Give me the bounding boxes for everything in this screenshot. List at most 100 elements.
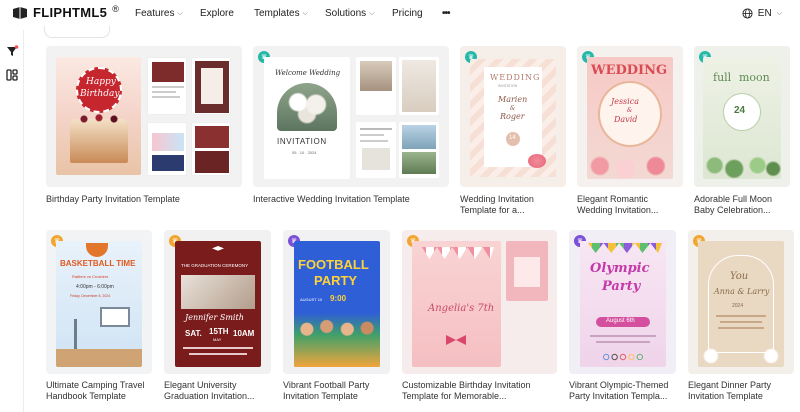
template-thumbnail[interactable]: ♛ WEDDING Jessica & David — [577, 46, 683, 187]
template-title-line: Party Invitation Templa... — [569, 391, 668, 401]
invitation-page: BASKETBALL TIME Rattlers vs Crushers 4:0… — [56, 241, 142, 367]
oval-frame — [598, 81, 662, 147]
nav-explore-label: Explore — [200, 8, 234, 19]
flower-photo — [277, 83, 337, 131]
template-card[interactable]: ♛ Olympic Party August 6th Vibrant Olymp… — [569, 230, 676, 406]
cake-photo: Happy Birthday — [56, 57, 141, 175]
template-title[interactable]: Adorable Full Moon Baby Celebration... — [694, 194, 772, 216]
template-title[interactable]: Customizable Birthday Invitation Template… — [402, 380, 531, 402]
thumb-text: 05 . 10 . 2024 — [292, 150, 317, 155]
nav-explore[interactable]: Explore — [200, 8, 234, 19]
template-title-line: Graduation Invitation... — [164, 391, 255, 401]
template-title-line: Elegant Dinner Party — [688, 380, 772, 390]
template-card[interactable]: ♛ full moon 24 Adorable Full MoonBaby Ce… — [694, 46, 790, 216]
thumb-text: 24 — [734, 105, 746, 116]
template-title[interactable]: Wedding Invitation Template for a... — [460, 194, 534, 216]
thumb-text: 2024 — [732, 303, 744, 309]
crowd-photo — [294, 313, 380, 367]
thumb-text: 9:00 — [330, 294, 347, 303]
photo-block — [360, 61, 392, 91]
nav-more[interactable]: ••• — [442, 8, 450, 19]
template-thumbnail[interactable]: Happy Birthday — [46, 46, 242, 187]
thumb-text: AUGUST 10 — [300, 297, 323, 302]
top-navigation-bar: FLIPHTML5 ® Features ⌵ Explore Templates ⌵ … — [0, 0, 800, 30]
template-title[interactable]: Vibrant Olympic-Themed Party Invitation T… — [569, 380, 668, 402]
nav-pricing[interactable]: Pricing — [392, 8, 423, 19]
nav-templates[interactable]: Templates ⌵ — [254, 8, 308, 19]
template-title-line: Handbook Template — [46, 391, 126, 401]
template-card[interactable]: ♛ FOOTBALL PARTY AUGUST 10 9:00 Vibrant … — [283, 230, 390, 406]
template-title-line: Customizable Birthday Invitation — [402, 380, 531, 390]
template-card[interactable]: ♛ You Anna & Larry 2024 Elegant Dinner P… — [688, 230, 794, 406]
template-title[interactable]: Vibrant Football Party Invitation Templat… — [283, 380, 369, 402]
nav-features[interactable]: Features ⌵ — [135, 8, 183, 19]
thumb-text: INVITATION — [277, 137, 327, 146]
template-thumbnail[interactable]: ♛ FOOTBALL PARTY AUGUST 10 9:00 — [283, 230, 390, 374]
language-selector[interactable]: EN ⌵ — [742, 8, 782, 19]
template-thumbnail[interactable]: ♛ full moon 24 — [694, 46, 790, 187]
template-thumbnail[interactable]: ♛ Olympic Party August 6th — [569, 230, 676, 374]
template-thumbnail[interactable]: ♛ Welcome Wedding INVITATION 05 . 10 . 2… — [253, 46, 449, 187]
template-card[interactable]: ♛ Angelia's 7th Customizable Birthday In… — [402, 230, 557, 406]
text-line — [590, 335, 656, 337]
template-title[interactable]: Elegant Romantic Wedding Invitation... — [577, 194, 658, 216]
photo-block — [195, 126, 229, 148]
template-card[interactable]: Happy Birthday Birthday Party Invitation… — [46, 46, 242, 216]
chevron-down-icon: ⌵ — [776, 9, 782, 17]
invitation-page: THE GRADUATION CEREMONY Jennifer Smith S… — [175, 241, 261, 367]
template-thumbnail[interactable]: ♛ You Anna & Larry 2024 — [688, 230, 794, 374]
brand-logo[interactable]: FLIPHTML5 ® — [12, 4, 119, 20]
text-line — [716, 315, 766, 317]
template-title[interactable]: Ultimate Camping Travel Handbook Template — [46, 380, 145, 402]
more-icon: ••• — [442, 8, 450, 19]
page-preview — [191, 57, 231, 115]
template-card[interactable]: ♛ Welcome Wedding INVITATION 05 . 10 . 2… — [253, 46, 449, 216]
thumb-text: Welcome Wedding — [275, 69, 341, 77]
layout-icon[interactable] — [5, 68, 19, 82]
template-thumbnail[interactable]: ♛ THE GRADUATION CEREMONY Jennifer Smith… — [164, 230, 271, 374]
text-block — [201, 68, 223, 104]
template-card[interactable]: ♛ WEDDING Jessica & David Elegant Romant… — [577, 46, 683, 216]
page-preview — [399, 122, 439, 178]
search-bar-edge[interactable] — [44, 26, 110, 38]
thumb-text: Angelia's 7th — [428, 303, 495, 314]
text-line — [360, 128, 392, 130]
thumb-text: Olympic — [590, 261, 650, 276]
template-title[interactable]: Elegant University Graduation Invitation.… — [164, 380, 255, 402]
thumb-text: & — [627, 107, 633, 114]
chevron-down-icon: ⌵ — [302, 9, 308, 17]
template-card[interactable]: ♛ WEDDING INVITATION Marien & Roger 14 W… — [460, 46, 566, 216]
page-preview: Welcome Wedding INVITATION 05 . 10 . 202… — [264, 57, 350, 179]
leaves-bottom — [703, 145, 781, 179]
template-thumbnail[interactable]: ♛ WEDDING INVITATION Marien & Roger 14 — [460, 46, 566, 187]
text-line — [720, 321, 762, 323]
template-title-line: Vibrant Football Party — [283, 380, 370, 390]
template-thumbnail[interactable]: ♛ BASKETBALL TIME Rattlers vs Crushers 4… — [46, 230, 152, 374]
thumb-text: THE GRADUATION CEREMONY — [181, 263, 249, 268]
thumb-text: 10AM — [233, 329, 255, 338]
chevron-down-icon: ⌵ — [369, 9, 375, 17]
template-card[interactable]: ♛ THE GRADUATION CEREMONY Jennifer Smith… — [164, 230, 271, 406]
left-toolbar — [0, 30, 24, 412]
thumb-text: David — [614, 115, 638, 124]
thumb-text: 4:00pm - 6:00pm — [76, 284, 114, 290]
nav-solutions[interactable]: Solutions ⌵ — [325, 8, 374, 19]
globe-icon — [742, 8, 753, 19]
template-title-line: Invitation Template — [688, 391, 763, 401]
text-line — [152, 91, 176, 93]
template-thumbnail[interactable]: ♛ Angelia's 7th — [402, 230, 557, 374]
template-title-line: Template for a... — [460, 205, 525, 215]
template-title[interactable]: Birthday Party Invitation Template — [46, 194, 180, 205]
template-card[interactable]: ♛ BASKETBALL TIME Rattlers vs Crushers 4… — [46, 230, 152, 406]
text-line — [360, 134, 384, 136]
photo-block — [195, 151, 229, 173]
thumb-text: MAY — [213, 337, 222, 342]
thumb-text: Rattlers vs Crushers — [72, 274, 109, 279]
filter-icon[interactable] — [5, 44, 19, 58]
page-preview — [147, 122, 187, 176]
template-title[interactable]: Elegant Dinner Party Invitation Template — [688, 380, 771, 402]
thumb-text: & — [510, 105, 516, 112]
olympic-rings — [602, 353, 644, 361]
photo-block — [402, 60, 436, 112]
template-title[interactable]: Interactive Wedding Invitation Template — [253, 194, 410, 205]
